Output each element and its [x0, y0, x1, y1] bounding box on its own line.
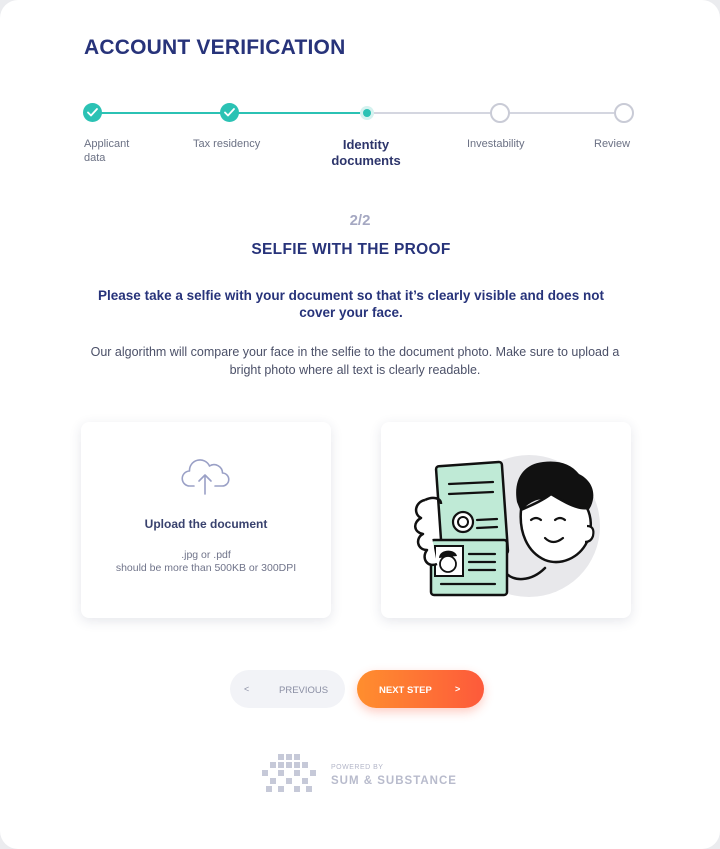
- section-heading: SELFIE WITH THE PROOF: [251, 241, 451, 258]
- step-connector: [510, 112, 614, 114]
- selfie-description: Our algorithm will compare your face in …: [90, 345, 620, 377]
- sum-and-substance-logo: [262, 754, 316, 792]
- selfie-instruction: Please take a selfie with your document …: [98, 288, 604, 320]
- powered-by-label: POWERED BY: [331, 764, 384, 771]
- upload-hint: .jpg or .pdf should be more than 500KB o…: [81, 549, 331, 575]
- next-step-button-label: NEXT STEP: [379, 685, 432, 696]
- cloud-upload-icon: [181, 459, 230, 495]
- verification-card: ACCOUNT VERIFICATION Applicant data Tax …: [0, 0, 720, 849]
- step-label-investability: Investability: [467, 138, 525, 150]
- step-pending-icon: [614, 103, 634, 123]
- step-complete-icon[interactable]: [83, 103, 102, 122]
- step-label-review: Review: [594, 138, 631, 150]
- selfie-with-document-illustration: [414, 455, 600, 597]
- step-label-identity-documents: Identity documents: [331, 137, 401, 168]
- step-label-applicant-data[interactable]: Applicant data: [84, 137, 164, 165]
- upload-formats: .jpg or .pdf: [181, 549, 231, 561]
- step-current-icon: [363, 109, 371, 117]
- step-complete-icon[interactable]: [220, 103, 239, 122]
- upload-dropzone[interactable]: Upload the document .jpg or .pdf should …: [81, 422, 331, 618]
- step-pending-icon: [490, 103, 510, 123]
- previous-button[interactable]: < PREVIOUS: [230, 670, 345, 708]
- upload-title: Upload the document: [144, 517, 268, 531]
- page-title: ACCOUNT VERIFICATION: [84, 36, 346, 59]
- upload-requirement: should be more than 500KB or 300DPI: [115, 562, 297, 574]
- next-step-button[interactable]: NEXT STEP >: [357, 670, 484, 708]
- step-connector: [238, 112, 366, 114]
- step-label-tax-residency[interactable]: Tax residency: [193, 137, 283, 151]
- step-connector: [372, 112, 490, 114]
- chevron-right-icon: >: [455, 684, 461, 694]
- brand-name: SUM & SUBSTANCE: [331, 775, 457, 787]
- step-counter: 2/2: [349, 212, 371, 229]
- step-connector: [101, 112, 229, 114]
- chevron-left-icon: <: [244, 684, 250, 694]
- selfie-example-illustration: [381, 422, 631, 618]
- previous-button-label: PREVIOUS: [279, 685, 329, 696]
